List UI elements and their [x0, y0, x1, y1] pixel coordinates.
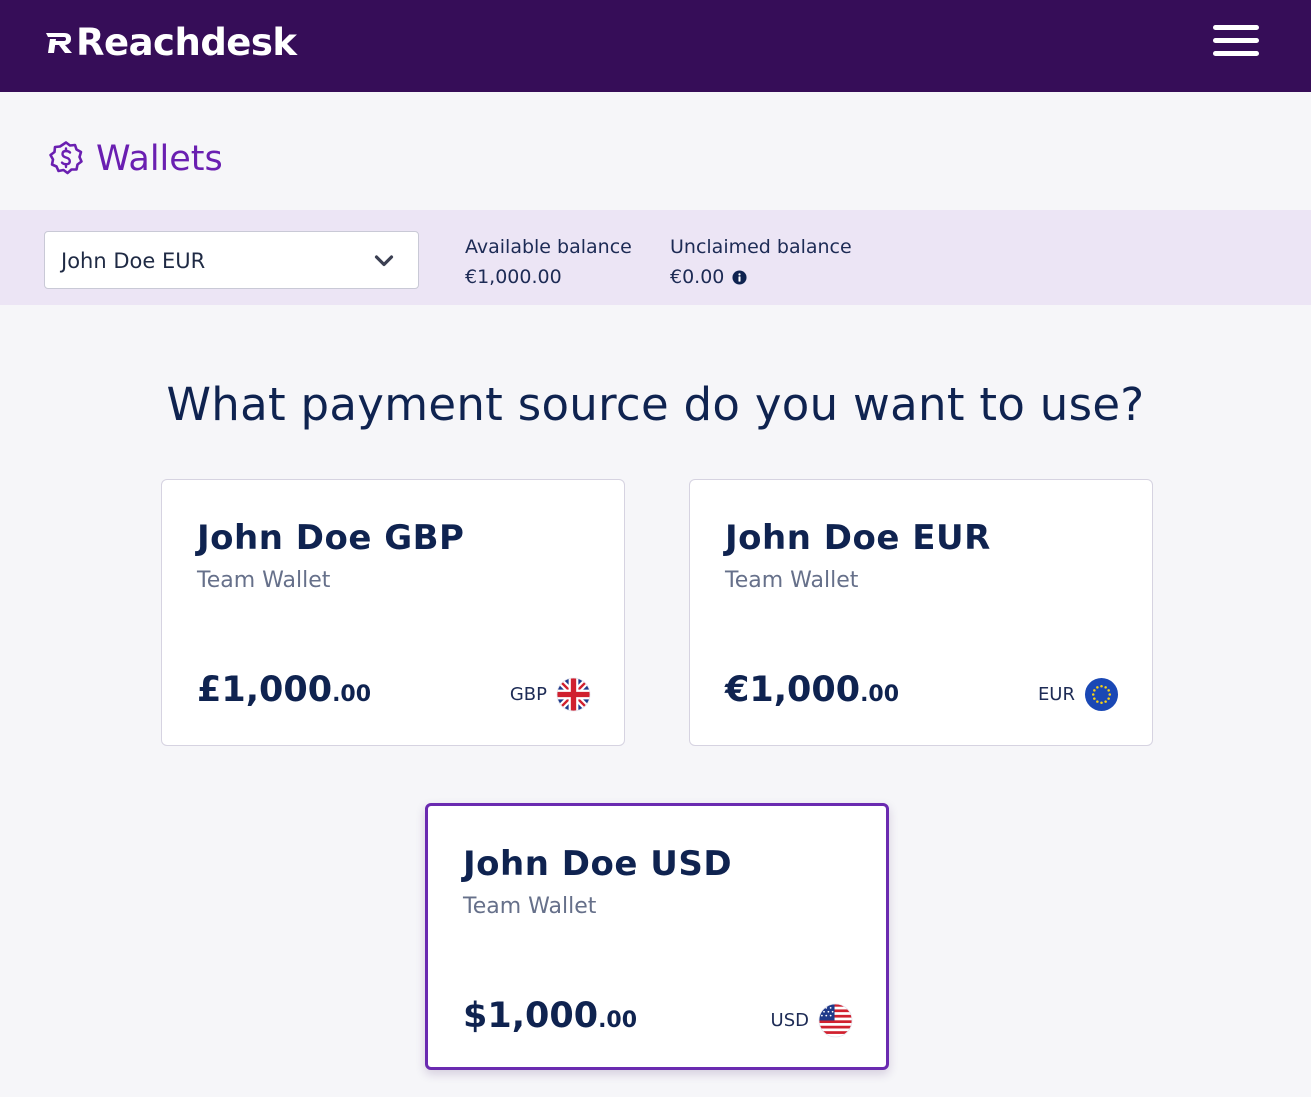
amount-main: $1,000: [463, 996, 599, 1036]
unclaimed-balance-value: €0.00: [670, 266, 725, 288]
wallet-card-eur[interactable]: John Doe EUR Team Wallet €1,000.00 EUR: [689, 479, 1153, 746]
wallet-card-amount: $1,000.00: [463, 996, 637, 1036]
amount-main: £1,000: [197, 670, 333, 710]
logo-mark-icon: [46, 33, 72, 53]
amount-cents: .00: [860, 682, 900, 707]
uk-flag-icon: [556, 677, 591, 712]
wallet-select-value: John Doe EUR: [61, 249, 206, 273]
amount-cents: .00: [332, 682, 372, 707]
menu-bar: [1213, 25, 1259, 30]
info-icon[interactable]: [732, 269, 747, 285]
unclaimed-balance-label: Unclaimed balance: [670, 236, 852, 258]
dollar-badge-icon: [49, 141, 83, 175]
top-bar: Reachdesk: [0, 0, 1311, 92]
wallet-card-name: John Doe USD: [463, 844, 733, 884]
currency-code: EUR: [1037, 684, 1075, 705]
wallet-card-gbp[interactable]: John Doe GBP Team Wallet £1,000.00 GBP: [161, 479, 625, 746]
chevron-down-icon: [374, 255, 394, 267]
available-balance-label: Available balance: [465, 236, 632, 258]
eu-flag-icon: [1084, 677, 1119, 712]
wallet-card-name: John Doe GBP: [197, 518, 465, 558]
available-balance: Available balance €1,000.00: [465, 236, 632, 288]
amount-cents: .00: [598, 1008, 638, 1033]
wallet-card-type: Team Wallet: [725, 568, 859, 593]
amount-main: €1,000: [725, 670, 861, 710]
menu-bar: [1213, 51, 1259, 56]
logo-text: Reachdesk: [76, 20, 297, 64]
unclaimed-balance: Unclaimed balance €0.00: [670, 236, 852, 288]
wallet-card-amount: €1,000.00: [725, 670, 899, 710]
hamburger-menu-button[interactable]: [1210, 22, 1262, 62]
wallet-card-type: Team Wallet: [197, 568, 331, 593]
currency-code: USD: [770, 1010, 809, 1031]
us-flag-icon: [818, 1003, 853, 1038]
page-title: Wallets: [96, 139, 223, 179]
payment-source-question: What payment source do you want to use?: [166, 378, 1145, 431]
wallet-card-usd[interactable]: John Doe USD Team Wallet $1,000.00 USD: [425, 803, 889, 1070]
currency-code: GBP: [509, 684, 547, 705]
reachdesk-logo[interactable]: Reachdesk: [44, 20, 297, 64]
wallet-card-currency: EUR: [1038, 677, 1119, 712]
wallet-card-amount: £1,000.00: [197, 670, 371, 710]
wallet-card-type: Team Wallet: [463, 894, 597, 919]
wallet-card-currency: USD: [771, 1003, 853, 1038]
wallet-card-name: John Doe EUR: [725, 518, 991, 558]
available-balance-value: €1,000.00: [465, 266, 562, 288]
menu-bar: [1213, 38, 1259, 43]
wallet-card-currency: GBP: [510, 677, 591, 712]
wallet-select[interactable]: John Doe EUR: [44, 231, 419, 289]
